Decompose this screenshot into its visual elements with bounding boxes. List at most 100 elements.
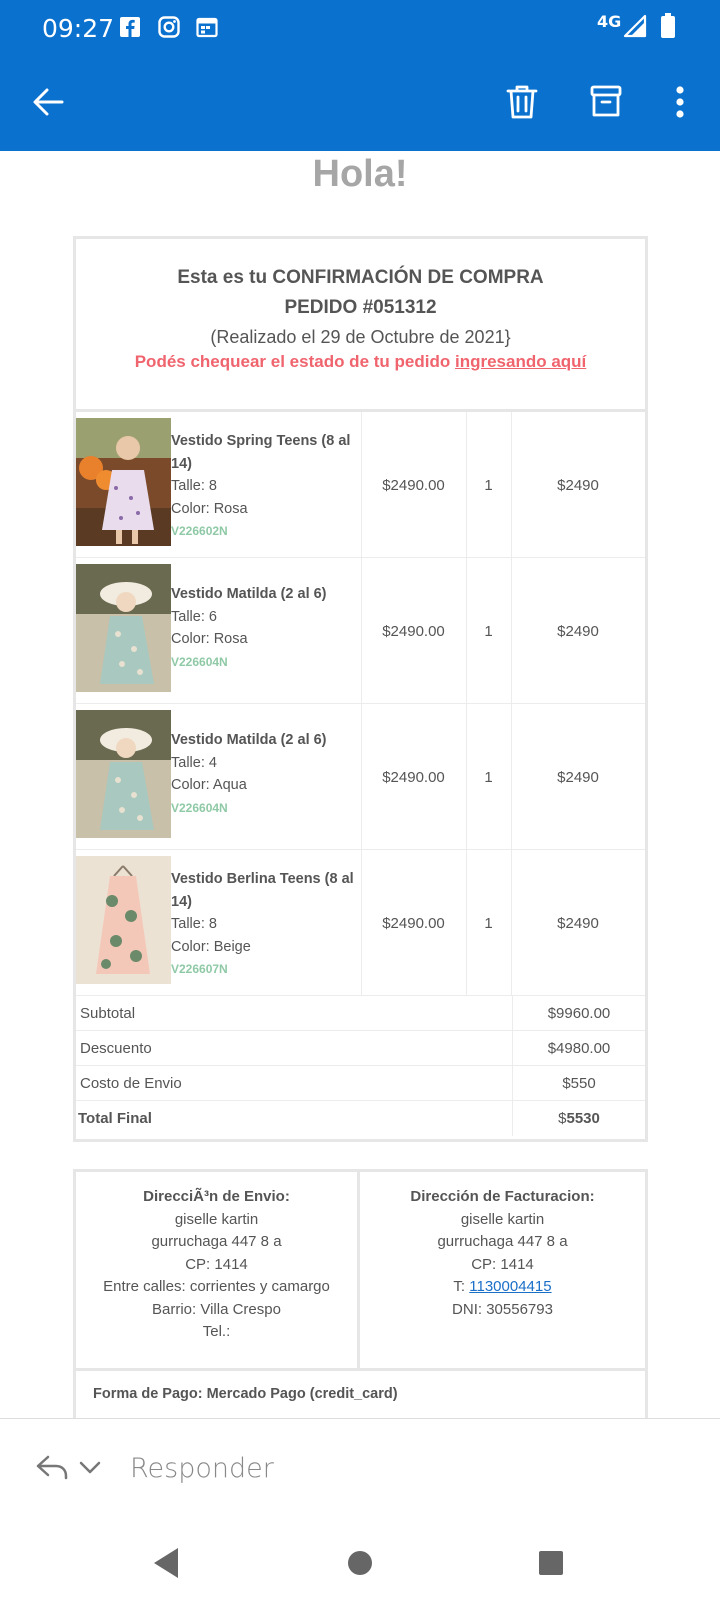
final-total-label: Total Final: [78, 1110, 152, 1127]
billing-name: giselle kartin: [460, 1210, 545, 1228]
product-qty: 1: [484, 622, 493, 640]
shipping-label: Costo de Envio: [80, 1075, 182, 1092]
back-arrow-icon[interactable]: [24, 78, 72, 126]
product-image: [76, 418, 171, 546]
billing-address: Dirección de Facturacion: giselle kartin…: [360, 1186, 645, 1382]
shipping-row: Costo de Envio $550: [76, 1066, 645, 1101]
billing-cp: CP: 1414: [471, 1255, 534, 1273]
reply-input[interactable]: Responder: [130, 1453, 274, 1484]
final-total-value: $5530: [512, 1101, 645, 1136]
product-price: $2490.00: [382, 476, 445, 494]
shipping-address: DirecciÃ³n de Envio: giselle kartin gurr…: [76, 1186, 357, 1382]
status-bar: 09:27 4G: [0, 0, 720, 54]
product-sku: V226604N: [171, 800, 228, 815]
greeting: Hola!: [312, 153, 408, 195]
product-row: Vestido Matilda (2 al 6) Talle: 6 Color:…: [76, 558, 645, 704]
back-triangle-icon[interactable]: [152, 1546, 182, 1580]
email-body[interactable]: Hola! Esta es tu CONFIRMACIÓN DE COMPRA …: [0, 151, 720, 1418]
check-status-link[interactable]: ingresando aquí: [455, 352, 586, 371]
product-sku: V226604N: [171, 654, 228, 669]
shipping-barrio: Barrio: Villa Crespo: [152, 1300, 281, 1318]
system-nav-bar: [0, 1530, 720, 1600]
shipping-tel: Tel.:: [202, 1323, 231, 1340]
home-circle-icon[interactable]: [347, 1550, 373, 1576]
product-size: Talle: 8: [171, 916, 217, 932]
product-size: Talle: 8: [171, 478, 217, 494]
billing-street: gurruchaga 447 8 a: [437, 1233, 568, 1250]
shipping-value: $550: [512, 1066, 645, 1101]
recents-square-icon[interactable]: [538, 1550, 564, 1576]
product-size: Talle: 6: [171, 608, 217, 625]
billing-tel-prefix: T:: [453, 1278, 470, 1295]
product-qty: 1: [484, 914, 493, 932]
product-color: Color: Aqua: [171, 777, 247, 793]
shipping-cp: CP: 1414: [185, 1255, 248, 1273]
billing-tel-link[interactable]: 1130004415: [469, 1278, 551, 1295]
product-row: Vestido Matilda (2 al 6) Talle: 4 Color:…: [76, 704, 645, 850]
product-info: Vestido Berlina Teens (8 al 14) Talle: 8…: [171, 868, 361, 981]
order-number: PEDIDO #051312: [284, 297, 437, 318]
instagram-icon: [157, 15, 181, 39]
product-qty: 1: [484, 476, 493, 494]
subtotal-label: Subtotal: [80, 1005, 136, 1022]
product-price: $2490.00: [382, 622, 445, 640]
product-size: Talle: 4: [171, 754, 217, 771]
product-total: $2490: [557, 914, 599, 932]
product-image: [76, 564, 171, 692]
status-time: 09:27: [42, 14, 115, 43]
product-price: $2490.00: [382, 914, 445, 932]
product-color: Color: Rosa: [171, 500, 248, 517]
confirmation-title: Esta es tu CONFIRMACIÓN DE COMPRA: [177, 267, 544, 288]
reply-bar: Responder: [0, 1418, 720, 1530]
check-status-line: Podés chequear el estado de tu pedido in…: [76, 352, 645, 372]
product-name: Vestido Spring Teens (8 al 14): [171, 433, 351, 472]
network-type: 4G: [597, 12, 622, 31]
product-info: Vestido Matilda (2 al 6) Talle: 4 Color:…: [171, 729, 361, 819]
product-info: Vestido Spring Teens (8 al 14) Talle: 8 …: [171, 430, 361, 543]
final-total-row: Total Final $5530: [76, 1101, 645, 1136]
discount-row: Descuento $4980.00: [76, 1031, 645, 1066]
product-name: Vestido Matilda (2 al 6): [171, 732, 327, 748]
product-price: $2490.00: [382, 768, 445, 786]
shipping-street: gurruchaga 447 8 a: [151, 1233, 282, 1250]
subtotal-value: $9960.00: [512, 996, 645, 1031]
billing-address-title: Dirección de Facturacion:: [410, 1188, 595, 1205]
billing-tel-line: T: 1130004415: [360, 1276, 645, 1299]
order-date: (Realizado el 29 de Octubre de 2021}: [210, 327, 511, 347]
archive-icon[interactable]: [582, 78, 630, 126]
shipping-between: Entre calles: corrientes y camargo: [103, 1278, 330, 1295]
final-amount: 5530: [566, 1110, 600, 1127]
facebook-icon: [118, 15, 142, 39]
signal-icon: [623, 14, 649, 38]
product-name: Vestido Matilda (2 al 6): [171, 586, 327, 602]
product-color: Color: Rosa: [171, 631, 248, 647]
product-row: Vestido Spring Teens (8 al 14) Talle: 8 …: [76, 412, 645, 558]
product-image: [76, 710, 171, 838]
product-sku: V226602N: [171, 524, 228, 538]
trash-icon[interactable]: [498, 78, 546, 126]
check-status-text: Podés chequear el estado de tu pedido: [134, 352, 455, 371]
reply-icon[interactable]: [34, 1451, 70, 1483]
product-total: $2490: [557, 768, 599, 786]
more-vert-icon[interactable]: [656, 78, 704, 126]
discount-label: Descuento: [80, 1040, 152, 1057]
product-row: Vestido Berlina Teens (8 al 14) Talle: 8…: [76, 850, 645, 996]
final-currency: $: [558, 1110, 567, 1127]
chevron-down-icon[interactable]: [78, 1457, 102, 1477]
discount-value: $4980.00: [512, 1031, 645, 1066]
product-image: [76, 856, 171, 984]
payment-method: Forma de Pago: Mercado Pago (credit_card…: [93, 1386, 398, 1402]
billing-dni: DNI: 30556793: [452, 1300, 553, 1318]
product-info: Vestido Matilda (2 al 6) Talle: 6 Color:…: [171, 583, 361, 673]
shipping-address-title: DirecciÃ³n de Envio:: [143, 1188, 290, 1205]
calendar-icon: [195, 15, 219, 39]
shipping-name: giselle kartin: [174, 1210, 259, 1228]
product-color: Color: Beige: [171, 938, 251, 955]
product-sku: V226607N: [171, 962, 228, 976]
app-bar: [0, 54, 720, 151]
product-name: Vestido Berlina Teens (8 al 14): [171, 871, 354, 910]
battery-icon: [660, 13, 676, 39]
product-qty: 1: [484, 768, 493, 786]
product-total: $2490: [557, 476, 599, 494]
subtotal-row: Subtotal $9960.00: [76, 996, 645, 1031]
